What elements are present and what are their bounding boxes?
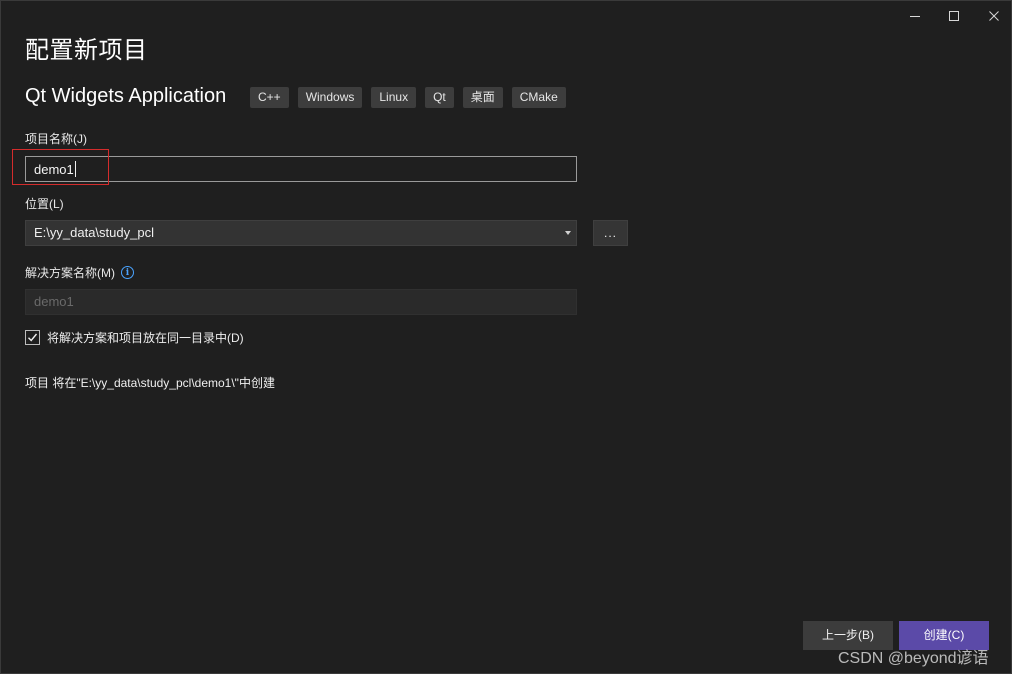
- maximize-icon[interactable]: [943, 5, 965, 27]
- solution-name-input: demo1: [25, 289, 577, 315]
- same-directory-row: 将解决方案和项目放在同一目录中(D): [25, 329, 244, 346]
- close-icon[interactable]: [983, 5, 1005, 27]
- solution-name-label-row: 解决方案名称(M) i: [25, 264, 134, 281]
- location-value: E:\yy_data\study_pcl: [34, 225, 154, 240]
- location-label: 位置(L): [25, 197, 64, 211]
- tag-cpp: C++: [250, 87, 289, 108]
- browse-button[interactable]: ...: [593, 220, 628, 246]
- tag-cmake: CMake: [511, 87, 566, 108]
- tag-qt: Qt: [425, 87, 454, 108]
- watermark: CSDN @beyond谚语: [838, 650, 989, 667]
- dropdown-arrow-icon[interactable]: [565, 231, 571, 235]
- template-tags: C++ Windows Linux Qt 桌面 CMake: [250, 87, 566, 108]
- tag-linux: Linux: [371, 87, 417, 108]
- template-name: Qt Widgets Application: [25, 85, 227, 107]
- creation-path-text: 项目 将在"E:\yy_data\study_pcl\demo1\"中创建: [25, 376, 275, 390]
- info-icon[interactable]: i: [121, 266, 134, 279]
- tag-desktop: 桌面: [462, 87, 503, 108]
- tag-windows: Windows: [297, 87, 363, 108]
- solution-name-label: 解决方案名称(M): [25, 266, 115, 280]
- project-name-label: 项目名称(J): [25, 132, 87, 146]
- same-directory-checkbox[interactable]: [25, 330, 40, 345]
- dialog-title: 配置新项目: [25, 37, 148, 64]
- checkmark-icon: [28, 333, 38, 342]
- minimize-icon[interactable]: [904, 5, 926, 27]
- location-combobox[interactable]: E:\yy_data\study_pcl: [25, 220, 577, 246]
- solution-name-value: demo1: [34, 294, 74, 309]
- project-name-input[interactable]: [25, 156, 577, 182]
- text-caret: [75, 161, 76, 177]
- configure-project-dialog: 配置新项目 Qt Widgets Application C++ Windows…: [0, 0, 1012, 674]
- same-directory-label[interactable]: 将解决方案和项目放在同一目录中(D): [47, 329, 244, 346]
